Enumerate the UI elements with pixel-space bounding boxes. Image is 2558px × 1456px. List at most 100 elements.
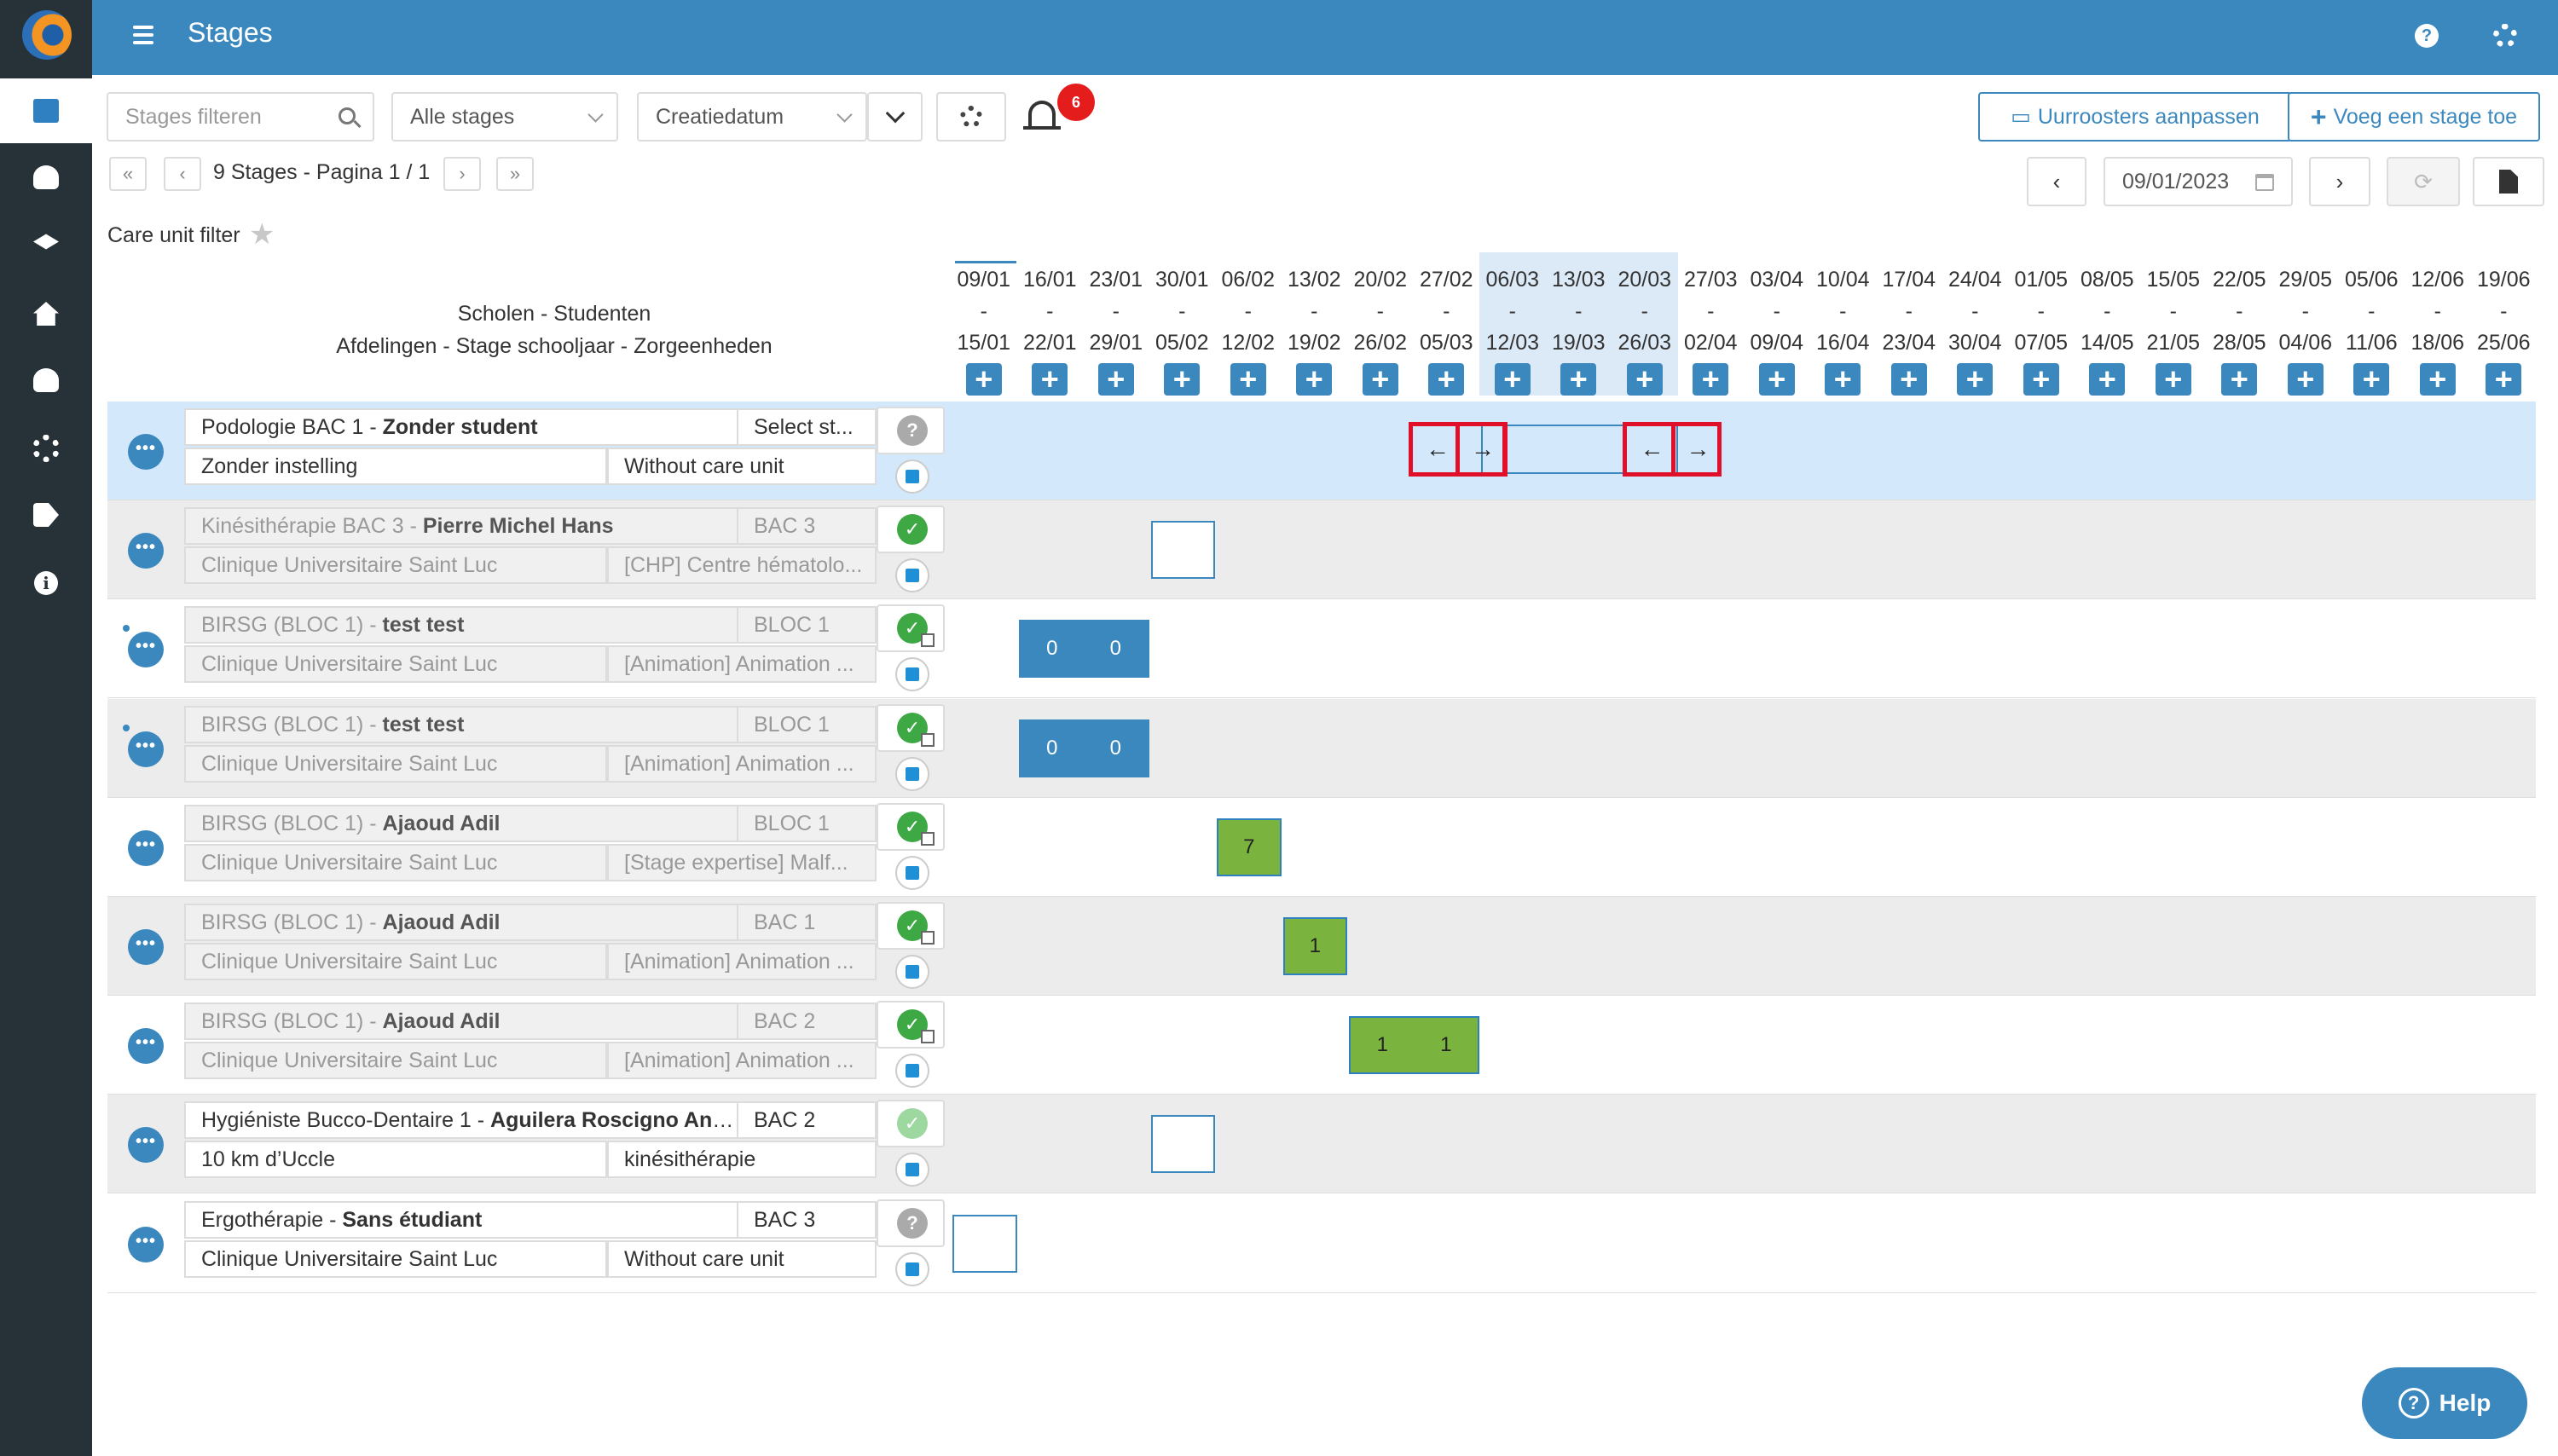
sidebar-item-students[interactable]	[0, 145, 92, 210]
program-student-field[interactable]: Hygiéniste Bucco-Dentaire 1 - Aguilera R…	[184, 1101, 738, 1140]
institution-field[interactable]: Clinique Universitaire Saint Luc	[184, 843, 607, 881]
add-to-week-button[interactable]: +	[1560, 363, 1597, 396]
star-icon[interactable]: ★	[249, 220, 275, 249]
schedule-calendar-button[interactable]	[895, 855, 929, 890]
level-select[interactable]: BLOC 1	[737, 804, 877, 842]
add-to-week-button[interactable]: +	[1957, 363, 1994, 396]
schedule-calendar-button[interactable]	[895, 756, 929, 791]
care-unit-field[interactable]: [Animation] Animation ...	[607, 744, 877, 783]
stage-filter-select[interactable]: Alle stages	[391, 92, 618, 142]
program-student-field[interactable]: BIRSG (BLOC 1) - Ajaoud Adil	[184, 1002, 738, 1041]
add-to-week-button[interactable]: +	[1890, 363, 1927, 396]
sort-direction-button[interactable]	[867, 92, 923, 142]
add-to-week-button[interactable]: +	[1164, 363, 1201, 396]
schedule-calendar-button[interactable]	[895, 955, 929, 989]
sidebar-item-tags[interactable]	[0, 482, 92, 547]
edit-schedules-button[interactable]: ▭ Uurroosters aanpassen	[1978, 92, 2292, 142]
level-select[interactable]: Select st...	[737, 408, 877, 446]
status-cell[interactable]: ?	[877, 407, 945, 454]
institution-field[interactable]: Zonder instelling	[184, 448, 607, 485]
last-page-button[interactable]: »	[496, 157, 534, 191]
status-cell[interactable]: ✓	[877, 506, 945, 554]
sidebar-item-schools[interactable]	[0, 213, 92, 278]
care-unit-field[interactable]: [Animation] Animation ...	[607, 645, 877, 684]
institution-field[interactable]: Clinique Universitaire Saint Luc	[184, 1042, 607, 1080]
hamburger-menu-icon[interactable]	[133, 26, 153, 44]
care-unit-field[interactable]: Without care unit	[607, 1239, 877, 1278]
add-to-week-button[interactable]: +	[1032, 363, 1068, 396]
add-to-week-button[interactable]: +	[1097, 363, 1134, 396]
care-unit-field[interactable]: [CHP] Centre hématolo...	[607, 546, 877, 585]
stage-period-bar[interactable]: 00	[1018, 620, 1149, 679]
add-to-week-button[interactable]: +	[1693, 363, 1729, 396]
more-options-button[interactable]: •••	[128, 829, 164, 866]
add-to-week-button[interactable]: +	[965, 363, 1002, 396]
add-to-week-button[interactable]: +	[1296, 363, 1333, 396]
more-options-button[interactable]: •••	[128, 731, 164, 767]
schedule-calendar-button[interactable]	[895, 1251, 929, 1286]
stage-row[interactable]: ••• BIRSG (BLOC 1) - Ajaoud Adil BLOC 1 Cli…	[107, 798, 2536, 897]
program-student-field[interactable]: Podologie BAC 1 - Zonder student	[184, 408, 738, 446]
app-logo[interactable]	[22, 10, 72, 60]
date-next-button[interactable]: ›	[2309, 157, 2370, 206]
stage-row[interactable]: ••• BIRSG (BLOC 1) - test test BLOC 1 Clini…	[107, 599, 2536, 699]
prev-page-button[interactable]: ‹	[164, 157, 201, 191]
add-to-week-button[interactable]: +	[2419, 363, 2456, 396]
care-unit-field[interactable]: [Animation] Animation ...	[607, 1042, 877, 1080]
gear-icon[interactable]	[2493, 24, 2517, 48]
add-to-week-button[interactable]: +	[2287, 363, 2324, 396]
level-select[interactable]: BAC 3	[737, 1200, 877, 1239]
stage-period-bar[interactable]	[1150, 521, 1215, 580]
program-student-field[interactable]: BIRSG (BLOC 1) - Ajaoud Adil	[184, 804, 738, 842]
bell-icon[interactable]	[1023, 95, 1061, 136]
care-unit-field[interactable]: Without care unit	[607, 448, 877, 485]
more-options-button[interactable]: •••	[128, 1028, 164, 1065]
sidebar-item-institutions[interactable]	[0, 281, 92, 346]
stage-row[interactable]: ••• BIRSG (BLOC 1) - test test BLOC 1 Clini…	[107, 698, 2536, 798]
sidebar-item-users[interactable]	[0, 348, 92, 413]
schedule-calendar-button[interactable]	[895, 1054, 929, 1089]
level-select[interactable]: BAC 3	[737, 507, 877, 546]
export-button[interactable]	[2473, 157, 2544, 206]
status-cell[interactable]: ✓	[877, 1001, 945, 1049]
status-cell[interactable]: ✓	[877, 902, 945, 950]
program-student-field[interactable]: Ergothérapie - Sans étudiant	[184, 1200, 738, 1239]
add-stage-button[interactable]: + Voeg een stage toe	[2288, 92, 2540, 142]
care-unit-field[interactable]: [Stage expertise] Malf...	[607, 843, 877, 881]
stage-period-bar[interactable]: 1	[1282, 917, 1347, 975]
status-cell[interactable]: ✓	[877, 703, 945, 752]
start-date-input[interactable]: 09/01/2023	[2104, 157, 2293, 206]
add-to-week-button[interactable]: +	[1428, 363, 1465, 396]
schedule-calendar-button[interactable]	[895, 459, 929, 494]
institution-field[interactable]: Clinique Universitaire Saint Luc	[184, 744, 607, 783]
date-prev-button[interactable]: ‹	[2027, 157, 2086, 206]
status-cell[interactable]: ✓	[877, 604, 945, 653]
add-to-week-button[interactable]: +	[1362, 363, 1398, 396]
help-button[interactable]: ? Help	[2362, 1367, 2527, 1439]
next-page-button[interactable]: ›	[443, 157, 481, 191]
first-page-button[interactable]: «	[109, 157, 147, 191]
schedule-calendar-button[interactable]	[895, 558, 929, 593]
question-circle-icon[interactable]: ?	[2415, 24, 2439, 48]
program-student-field[interactable]: BIRSG (BLOC 1) - Ajaoud Adil	[184, 904, 738, 941]
stage-row[interactable]: ••• BIRSG (BLOC 1) - Ajaoud Adil BAC 2 Clin…	[107, 996, 2536, 1095]
status-cell[interactable]: ✓	[877, 802, 945, 851]
add-to-week-button[interactable]: +	[1230, 363, 1266, 396]
add-to-week-button[interactable]: +	[2221, 363, 2258, 396]
add-to-week-button[interactable]: +	[1825, 363, 1861, 396]
schedule-calendar-button[interactable]	[895, 657, 929, 692]
stage-row[interactable]: ••• Podologie BAC 1 - Zonder student Selec…	[107, 402, 2536, 500]
institution-field[interactable]: Clinique Universitaire Saint Luc	[184, 645, 607, 684]
institution-field[interactable]: 10 km d’Uccle	[184, 1141, 607, 1179]
add-to-week-button[interactable]: +	[2089, 363, 2126, 396]
add-to-week-button[interactable]: +	[1494, 363, 1531, 396]
institution-field[interactable]: Clinique Universitaire Saint Luc	[184, 943, 607, 980]
care-unit-field[interactable]: kinésithérapie	[607, 1141, 877, 1179]
add-to-week-button[interactable]: +	[2353, 363, 2390, 396]
program-student-field[interactable]: Kinésithérapie BAC 3 - Pierre Michel Han…	[184, 507, 738, 546]
schedule-calendar-button[interactable]	[895, 1153, 929, 1187]
add-to-week-button[interactable]: +	[2155, 363, 2191, 396]
refresh-button[interactable]: ⟳	[2387, 157, 2460, 206]
stage-row[interactable]: ••• Kinésithérapie BAC 3 - Pierre Michel …	[107, 500, 2536, 600]
add-to-week-button[interactable]: +	[2023, 363, 2059, 396]
